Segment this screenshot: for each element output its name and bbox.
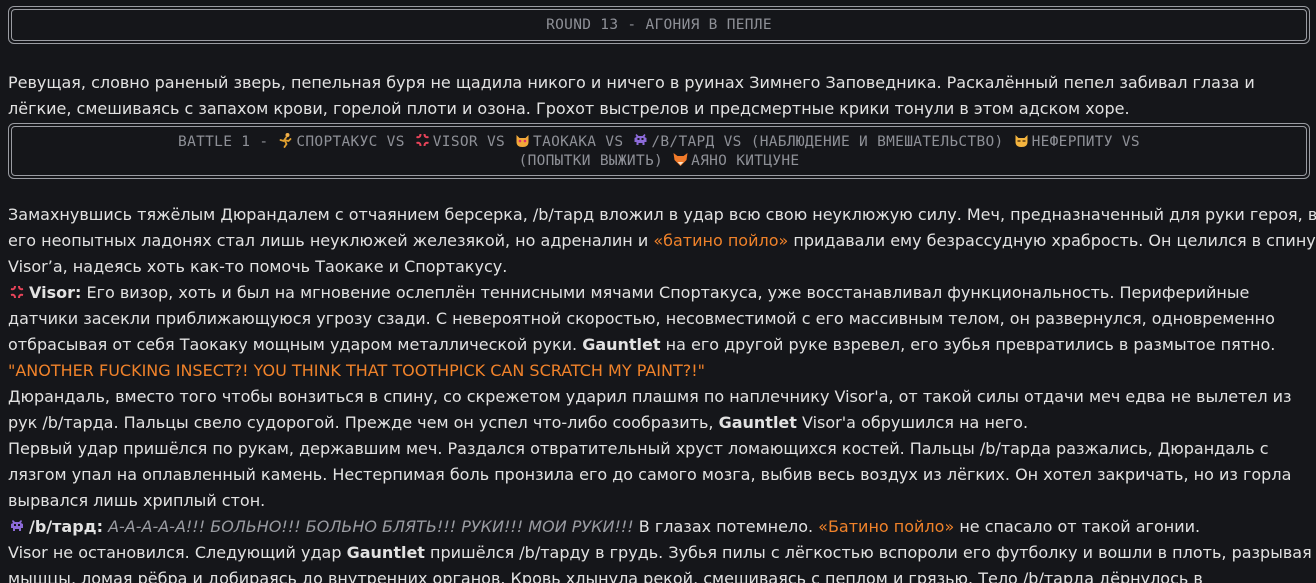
intro-line: лёгкие, смешиваясь с запахом крови, горе… <box>8 99 1130 118</box>
story-line: отбрасывая от себя Таокаку мощным ударом… <box>8 332 1308 358</box>
story-text: В глазах потемнело. <box>633 517 819 536</box>
story-line: его неопытных ладонях стал лишь неуклюже… <box>8 228 1316 254</box>
story-line: вырвался лишь хриплый стон. <box>8 491 266 510</box>
story-text: Visor'а обрушился на него. <box>796 413 1029 432</box>
btard-cry: А-А-А-А-А!!! БОЛЬНО!!! БОЛЬНО БЛЯТЬ!!! Р… <box>102 517 634 536</box>
story-line: Дюрандаль, вместо того чтобы вонзиться в… <box>8 387 1292 406</box>
battle-line2-prefix: (ПОПЫТКИ ВЫЖИТЬ) <box>518 153 673 169</box>
anger-icon <box>10 285 24 299</box>
story-line: /b/тард: А-А-А-А-А!!! БОЛЬНО!!! БОЛЬНО Б… <box>8 514 1308 540</box>
weapon-gauntlet: Gauntlet <box>346 543 425 562</box>
visor-quote: "ANOTHER FUCKING INSECT?! YOU THINK THAT… <box>8 361 705 380</box>
story-text: не спасало от такой агонии. <box>954 517 1201 536</box>
battle-header-box: BATTLE 1 - СПОРТАКУС VS VISOR VS ТАОКАКА… <box>8 123 1310 179</box>
story-text: Visor не остановился. Следующий удар <box>8 543 347 562</box>
highlight-potion: «Батино пойло» <box>818 517 955 536</box>
story-line: Visor не остановился. Следующий удар Gau… <box>8 540 1312 566</box>
story-text: его неопытных ладонях стал лишь неуклюже… <box>8 231 654 250</box>
story-line: рук /b/тарда. Пальцы свело судорогой. Пр… <box>8 410 1308 436</box>
fox-icon <box>673 153 688 166</box>
intro-paragraph: Ревущая, словно раненый зверь, пепельная… <box>8 70 1308 122</box>
round-header-box: ROUND 13 - АГОНИЯ В ПЕПЛЕ <box>8 6 1310 44</box>
battle-title: BATTLE 1 - СПОРТАКУС VS VISOR VS ТАОКАКА… <box>11 126 1307 176</box>
weapon-gauntlet: Gauntlet <box>582 335 661 354</box>
battle-prefix: BATTLE 1 - <box>178 134 278 150</box>
round-title: ROUND 13 - АГОНИЯ В ПЕПЛЕ <box>11 9 1307 41</box>
weapon-gauntlet: Gauntlet <box>718 413 797 432</box>
highlight-potion: «батино пойло» <box>653 231 789 250</box>
fighter-btard: /B/ТАРД VS (НАБЛЮДЕНИЕ И ВМЕШАТЕЛЬСТВО) <box>651 134 1013 150</box>
story-text: придавали ему безрассудную храбрость. Он… <box>788 231 1316 250</box>
alien-monster-icon <box>11 520 23 531</box>
anger-icon <box>416 133 429 147</box>
alien-monster-icon <box>634 134 647 145</box>
fighter-ayano: АЯНО КИТЦУНЕ <box>691 153 800 169</box>
intro-line: Ревущая, словно раненый зверь, пепельная… <box>8 73 1255 92</box>
cat-face-icon <box>516 135 529 147</box>
speaker-btard: /b/тард: <box>29 517 103 536</box>
story-line: лязгом упал на оплавленный камень. Несте… <box>8 465 1292 484</box>
story-line: Visor’а, надеясь хоть как-то помочь Таок… <box>8 257 508 276</box>
fighter-visor: VISOR VS <box>432 134 515 150</box>
story-text: Его визор, хоть и был на мгновение ослеп… <box>81 283 1250 302</box>
speaker-visor: Visor: <box>29 283 82 302</box>
story-text: отбрасывая от себя Таокаку мощным ударом… <box>8 335 583 354</box>
story-text: рук /b/тарда. Пальцы свело судорогой. Пр… <box>8 413 719 432</box>
story-line: мышцы, ломая рёбра и добираясь до внутре… <box>8 569 1203 583</box>
fighter-taokaka: ТАОКАКА VS <box>533 134 633 150</box>
story-line: Замахнувшись тяжёлым Дюрандалем с отчаян… <box>8 205 1316 224</box>
story-text: на его другой руке взревел, его зубья пр… <box>660 335 1276 354</box>
cat-icon <box>1015 135 1028 147</box>
fighter-sportacus: СПОРТАКУС VS <box>296 134 414 150</box>
story-paragraph: Замахнувшись тяжёлым Дюрандалем с отчаян… <box>8 202 1316 583</box>
story-text: пришёлся /b/тарду в грудь. Зубья пилы с … <box>424 543 1312 562</box>
fighter-neferpitou: НЕФЕРПИТУ VS <box>1031 134 1140 150</box>
story-line: Visor: Его визор, хоть и был на мгновени… <box>8 280 1308 306</box>
story-line: Первый удар пришёлся по рукам, державшим… <box>8 439 1269 458</box>
runner-icon <box>279 133 292 148</box>
story-line: датчики засекли приближающуюся угрозу сз… <box>8 309 1275 328</box>
